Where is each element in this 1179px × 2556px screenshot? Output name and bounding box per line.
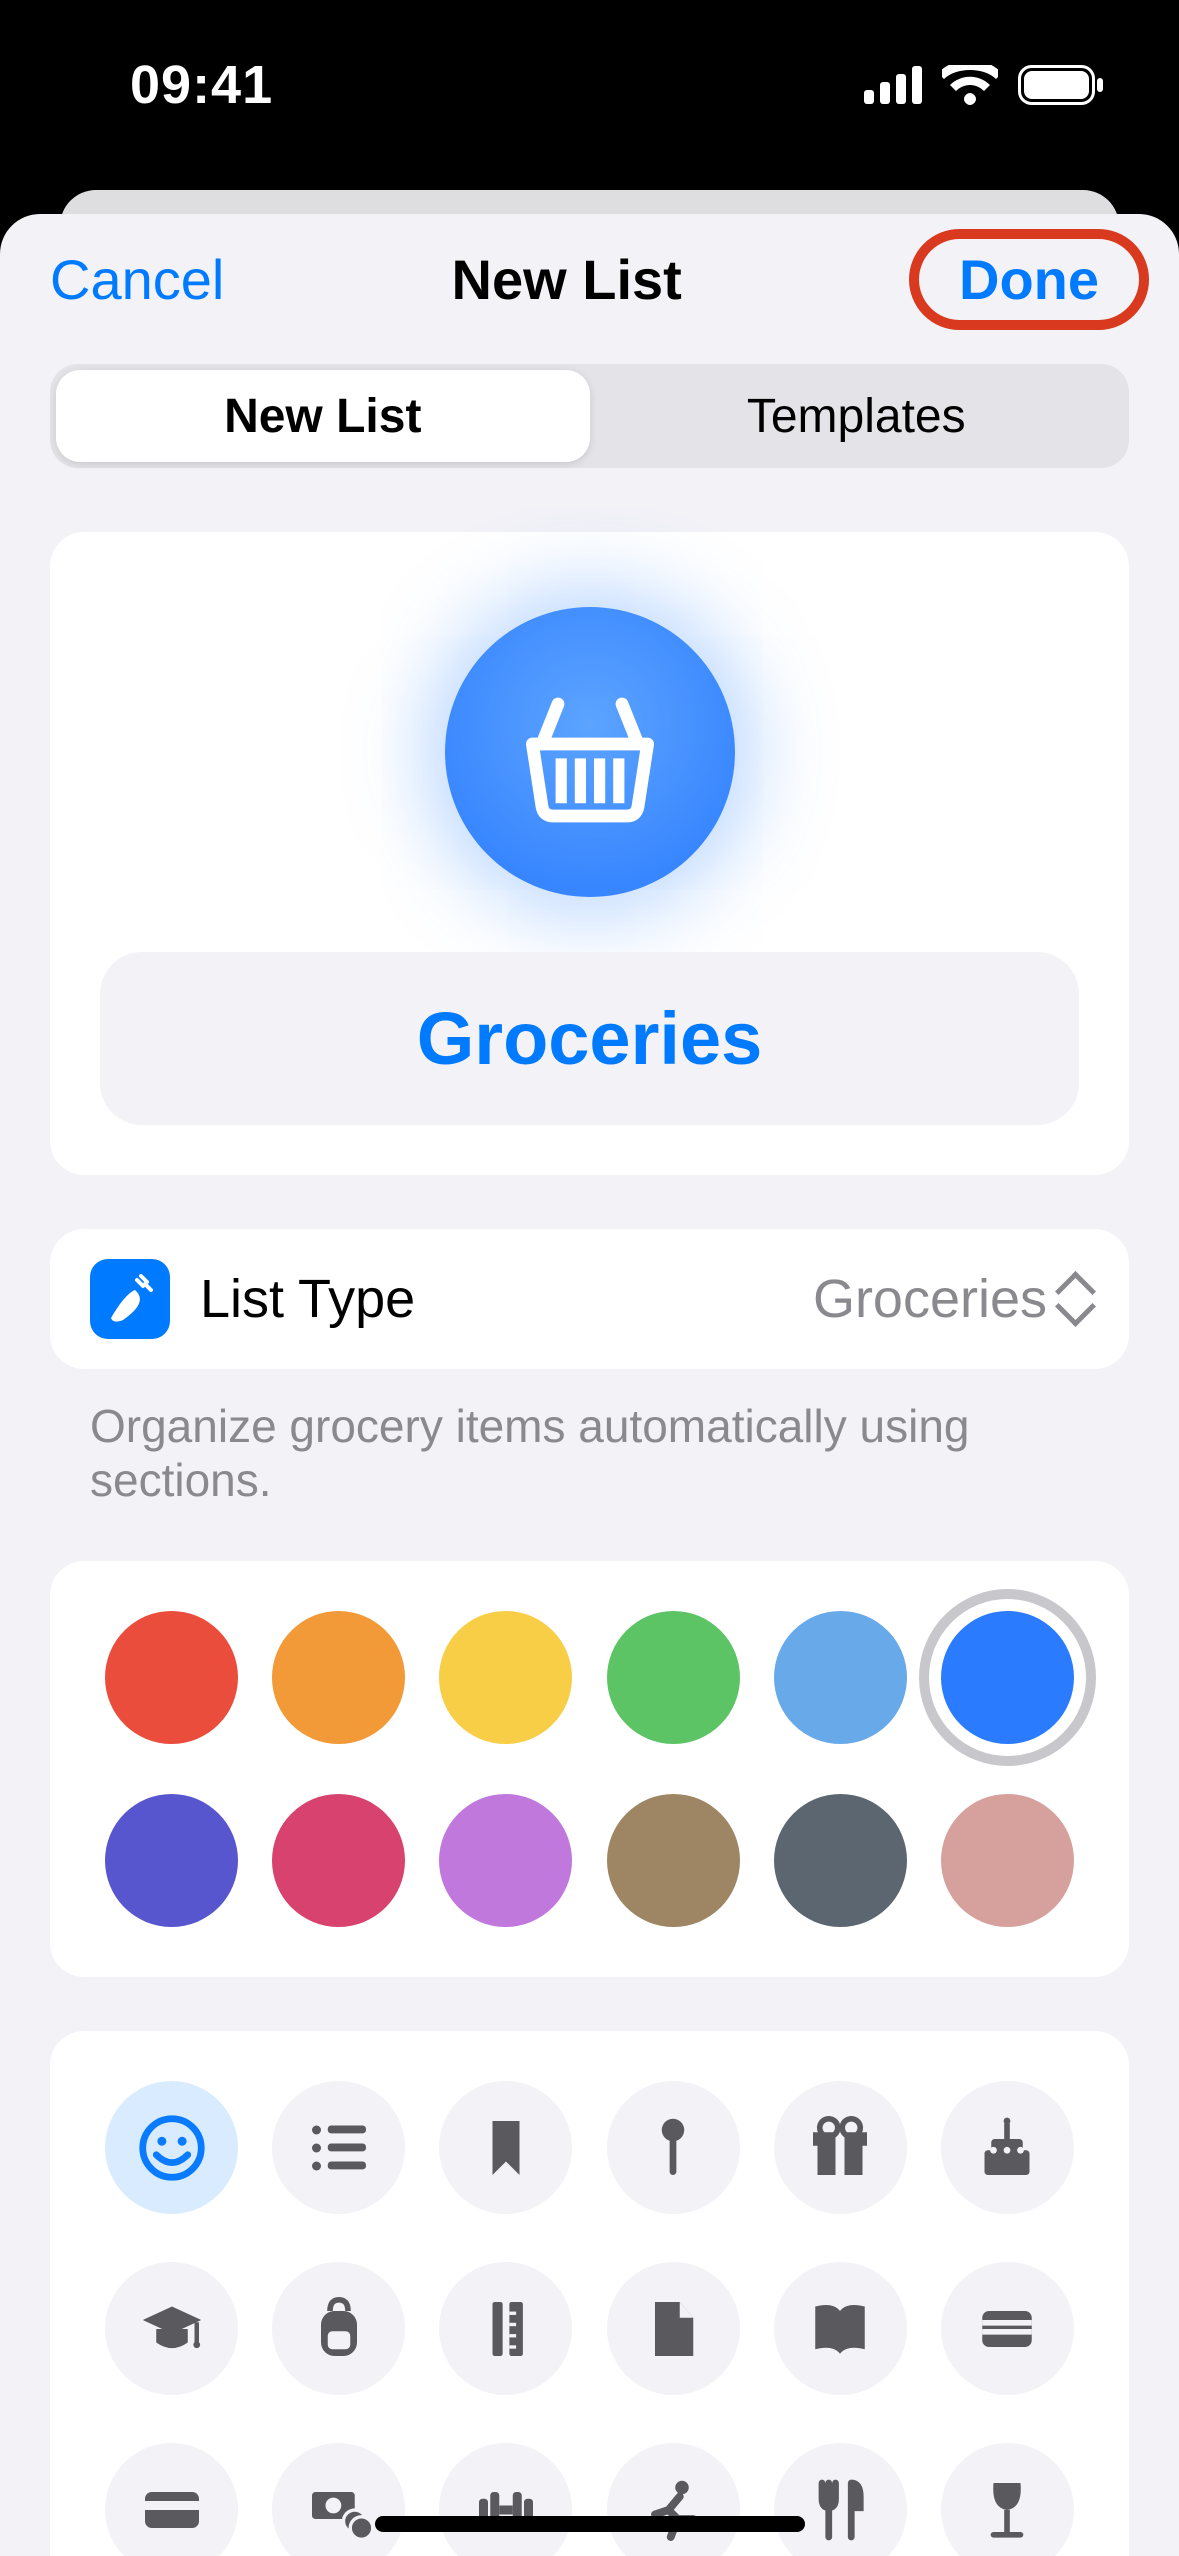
gift-icon xyxy=(804,2112,876,2184)
list-preview-card xyxy=(50,532,1129,1175)
smiley-icon-button[interactable] xyxy=(105,2081,238,2214)
color-swatch-pink[interactable] xyxy=(272,1794,405,1927)
book-icon xyxy=(804,2293,876,2365)
cake-icon-button[interactable] xyxy=(941,2081,1074,2214)
list-icon xyxy=(303,2112,375,2184)
page-title: New List xyxy=(452,247,682,312)
home-indicator[interactable] xyxy=(375,2516,805,2532)
list-type-label: List Type xyxy=(200,1268,783,1330)
list-type-footnote: Organize grocery items automatically usi… xyxy=(90,1399,1089,1507)
graduation-icon xyxy=(136,2293,208,2365)
status-time: 09:41 xyxy=(130,54,273,116)
pin-icon-button[interactable] xyxy=(607,2081,740,2214)
fork-knife-icon-button[interactable] xyxy=(774,2443,907,2556)
status-bar: 09:41 xyxy=(0,0,1179,190)
cancel-button[interactable]: Cancel xyxy=(50,247,224,312)
backpack-icon xyxy=(303,2293,375,2365)
color-swatch-green[interactable] xyxy=(607,1611,740,1744)
smiley-icon xyxy=(136,2112,208,2184)
navigation-bar: Cancel New List Done xyxy=(0,214,1179,344)
dumbbell-icon xyxy=(470,2474,542,2546)
running-icon-button[interactable] xyxy=(607,2443,740,2556)
list-icon-button[interactable] xyxy=(272,2081,405,2214)
list-icon-preview[interactable] xyxy=(445,607,735,897)
fork-knife-icon xyxy=(804,2474,876,2546)
chevron-updown-icon xyxy=(1057,1275,1089,1323)
icon-picker-card xyxy=(50,2031,1129,2556)
list-type-row[interactable]: List Type Groceries xyxy=(50,1229,1129,1369)
bookmark-icon xyxy=(470,2112,542,2184)
book-icon-button[interactable] xyxy=(774,2262,907,2395)
basket-icon xyxy=(510,672,670,832)
color-swatch-orange[interactable] xyxy=(272,1611,405,1744)
segment-templates[interactable]: Templates xyxy=(590,370,1124,462)
wallet-icon xyxy=(971,2293,1043,2365)
wineglass-icon xyxy=(971,2474,1043,2546)
wineglass-icon-button[interactable] xyxy=(941,2443,1074,2556)
color-swatch-violet[interactable] xyxy=(439,1794,572,1927)
bookmark-icon-button[interactable] xyxy=(439,2081,572,2214)
color-swatch-purple[interactable] xyxy=(105,1794,238,1927)
done-button-highlight: Done xyxy=(909,229,1149,330)
ruler-pencil-icon xyxy=(470,2293,542,2365)
creditcard-icon-button[interactable] xyxy=(105,2443,238,2556)
color-swatch-gray[interactable] xyxy=(774,1794,907,1927)
done-button[interactable]: Done xyxy=(959,247,1099,312)
color-swatch-red[interactable] xyxy=(105,1611,238,1744)
segment-new-list[interactable]: New List xyxy=(56,370,590,462)
modal-sheet: Cancel New List Done New List Templates … xyxy=(0,214,1179,2556)
cellular-icon xyxy=(864,66,922,104)
dumbbell-icon-button[interactable] xyxy=(439,2443,572,2556)
color-swatch-yellow[interactable] xyxy=(439,1611,572,1744)
ruler-pencil-icon-button[interactable] xyxy=(439,2262,572,2395)
wallet-icon-button[interactable] xyxy=(941,2262,1074,2395)
carrot-icon xyxy=(90,1259,170,1339)
color-swatch-brown[interactable] xyxy=(607,1794,740,1927)
color-swatch-lightblue[interactable] xyxy=(774,1611,907,1744)
document-icon-button[interactable] xyxy=(607,2262,740,2395)
backpack-icon-button[interactable] xyxy=(272,2262,405,2395)
color-swatch-rose[interactable] xyxy=(941,1794,1074,1927)
color-swatch-blue[interactable] xyxy=(941,1611,1074,1744)
pin-icon xyxy=(637,2112,709,2184)
list-name-input[interactable] xyxy=(100,952,1079,1125)
list-type-value: Groceries xyxy=(813,1268,1089,1330)
battery-icon xyxy=(1018,65,1104,105)
cake-icon xyxy=(971,2112,1043,2184)
document-icon xyxy=(637,2293,709,2365)
wifi-icon xyxy=(942,65,998,105)
segmented-control[interactable]: New List Templates xyxy=(50,364,1129,468)
cash-coins-icon-button[interactable] xyxy=(272,2443,405,2556)
graduation-icon-button[interactable] xyxy=(105,2262,238,2395)
gift-icon-button[interactable] xyxy=(774,2081,907,2214)
running-icon xyxy=(637,2474,709,2546)
creditcard-icon xyxy=(136,2474,208,2546)
cash-coins-icon xyxy=(303,2474,375,2546)
color-picker-card xyxy=(50,1561,1129,1977)
